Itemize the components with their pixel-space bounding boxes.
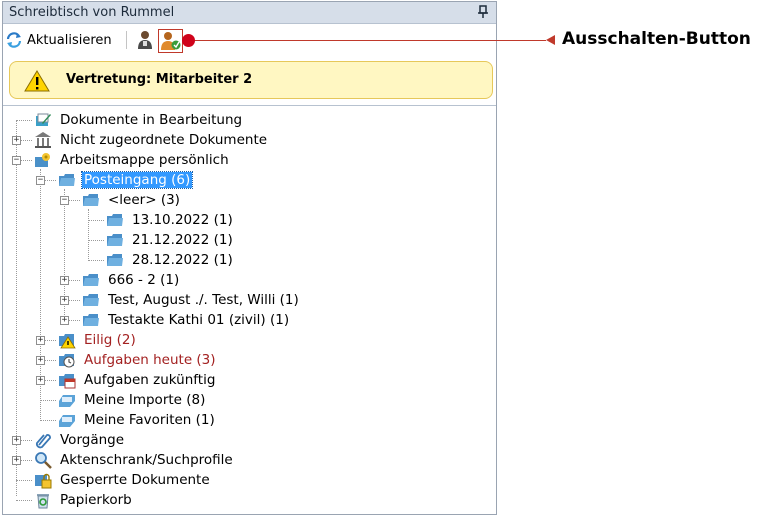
user-switch-icon xyxy=(161,32,181,50)
refresh-icon xyxy=(6,32,22,48)
tree-item-empty[interactable]: <leer> (3) xyxy=(82,190,182,210)
expand-toggle[interactable]: + xyxy=(12,436,21,445)
collapse-toggle[interactable]: − xyxy=(60,196,69,205)
tree-item-unassigned-documents[interactable]: Nicht zugeordnete Dokumente xyxy=(34,130,269,150)
expand-toggle[interactable]: + xyxy=(12,456,21,465)
user-button[interactable] xyxy=(134,29,156,51)
tree-item-tasks-today[interactable]: Aufgaben heute (3) xyxy=(58,350,218,370)
search-icon xyxy=(35,452,52,469)
tree-line xyxy=(88,209,89,259)
tree-item-locked-documents[interactable]: Gesperrte Dokumente xyxy=(34,470,212,490)
folder-icon xyxy=(107,214,123,226)
collapse-toggle[interactable]: − xyxy=(36,176,45,185)
refresh-label: Aktualisieren xyxy=(27,32,112,48)
substitution-banner: Vertretung: Mitarbeiter 2 xyxy=(9,61,493,99)
expand-toggle[interactable]: + xyxy=(36,376,45,385)
building-icon xyxy=(35,132,51,148)
tree-item-processes[interactable]: Vorgänge xyxy=(34,430,126,450)
urgent-folder-icon xyxy=(59,334,76,349)
refresh-button[interactable]: Aktualisieren xyxy=(5,30,112,50)
folder-icon xyxy=(83,194,99,206)
panel-title: Schreibtisch von Rummel xyxy=(9,5,175,20)
tree-item-my-favorites[interactable]: Meine Favoriten (1) xyxy=(58,410,217,430)
paperclip-icon xyxy=(36,434,51,449)
callout-label: Ausschalten-Button xyxy=(562,29,751,49)
import-tray-icon xyxy=(59,395,75,407)
expand-toggle[interactable]: + xyxy=(60,296,69,305)
callout-dot xyxy=(182,34,195,47)
callout-arrowhead xyxy=(546,35,555,45)
deactivate-substitution-button[interactable] xyxy=(158,29,183,53)
collapse-toggle[interactable]: − xyxy=(12,156,21,165)
tree-item-case[interactable]: Testakte Kathi 01 (zivil) (1) xyxy=(82,310,291,330)
expand-toggle[interactable]: + xyxy=(12,136,21,145)
favorites-tray-icon xyxy=(59,415,75,427)
expand-toggle[interactable]: + xyxy=(36,356,45,365)
task-clock-icon xyxy=(59,354,75,368)
tree-item-date[interactable]: 21.12.2022 (1) xyxy=(106,230,235,250)
folder-icon xyxy=(107,234,123,246)
tree-item-inbox[interactable]: Posteingang (6) xyxy=(58,170,194,190)
tree-item-documents-in-progress[interactable]: Dokumente in Bearbeitung xyxy=(34,110,244,130)
calendar-folder-icon xyxy=(59,374,76,389)
recycle-bin-icon xyxy=(37,494,49,509)
banner-text: Vertretung: Mitarbeiter 2 xyxy=(66,72,253,87)
tree-item-date[interactable]: 13.10.2022 (1) xyxy=(106,210,235,230)
expand-toggle[interactable]: + xyxy=(60,276,69,285)
folder-icon xyxy=(83,294,99,306)
expand-toggle[interactable]: + xyxy=(60,316,69,325)
tree-item-my-imports[interactable]: Meine Importe (8) xyxy=(58,390,207,410)
document-edit-icon xyxy=(36,113,51,126)
expand-toggle[interactable]: + xyxy=(36,336,45,345)
folder-icon xyxy=(107,254,123,266)
lock-document-icon xyxy=(35,473,52,489)
toolbar-separator xyxy=(126,31,127,49)
tree-item-personal-workfolder[interactable]: Arbeitsmappe persönlich xyxy=(34,150,231,170)
callout-line xyxy=(190,40,546,41)
folder-icon xyxy=(83,314,99,326)
tree-item-tasks-future[interactable]: Aufgaben zukünftig xyxy=(58,370,217,390)
folder-icon xyxy=(59,174,75,186)
panel-titlebar: Schreibtisch von Rummel xyxy=(3,2,496,24)
pin-icon[interactable] xyxy=(476,4,490,20)
workfolder-icon xyxy=(35,153,50,167)
warning-icon xyxy=(24,70,50,92)
desk-panel: Schreibtisch von Rummel Aktualisieren Ve… xyxy=(2,1,497,515)
tree-item-case[interactable]: Test, August ./. Test, Willi (1) xyxy=(82,290,301,310)
tree-item-date[interactable]: 28.12.2022 (1) xyxy=(106,250,235,270)
tree-item-trash[interactable]: Papierkorb xyxy=(34,490,134,510)
folder-icon xyxy=(83,274,99,286)
tree-item-case[interactable]: 666 - 2 (1) xyxy=(82,270,181,290)
tree-item-urgent[interactable]: Eilig (2) xyxy=(58,330,138,350)
folder-tree: + − − − + + + + + + + + Dokumente in Bea… xyxy=(3,106,496,514)
tree-item-file-cabinet[interactable]: Aktenschrank/Suchprofile xyxy=(34,450,235,470)
